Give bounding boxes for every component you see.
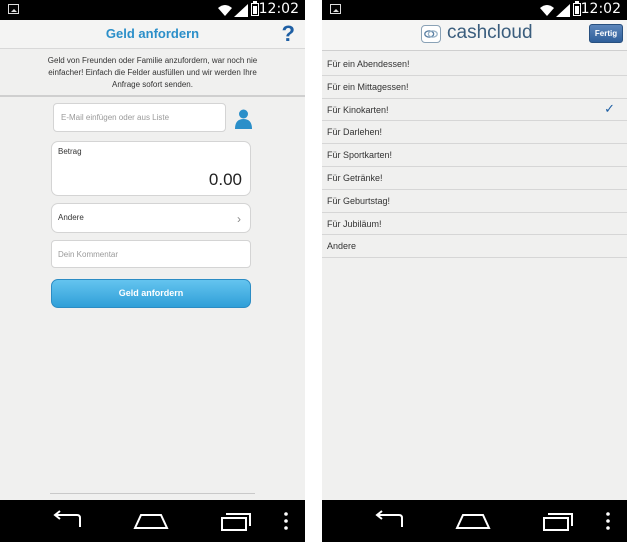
page-title: Geld anfordern: [105, 26, 200, 41]
status-clock: 12:02: [580, 1, 621, 17]
list-item[interactable]: Für ein Mittagessen!: [322, 76, 627, 99]
image-notification-icon: [8, 4, 19, 14]
contact-icon[interactable]: [235, 109, 252, 129]
chevron-right-icon: ›: [237, 212, 241, 226]
intro-line: Anfrage sofort senden.: [112, 80, 193, 89]
list-item-label: Für Getränke!: [327, 172, 383, 183]
done-button[interactable]: Fertig: [589, 24, 623, 43]
intro-text: Geld von Freunden oder Familie anzuforde…: [30, 55, 275, 91]
overflow-menu-icon[interactable]: [604, 510, 612, 532]
comment-placeholder: Dein Kommentar: [58, 250, 119, 259]
help-button[interactable]: ?: [282, 21, 295, 47]
cashcloud-logo-icon: [421, 25, 441, 43]
comment-field[interactable]: Dein Kommentar: [51, 240, 251, 268]
divider: [0, 95, 305, 97]
amount-field[interactable]: Betrag 0.00: [51, 141, 251, 196]
list-item[interactable]: Für Darlehen!: [322, 121, 627, 145]
email-placeholder: E-Mail einfügen oder aus Liste: [61, 113, 170, 122]
list-item[interactable]: Für Jubiläum!: [322, 213, 627, 236]
list-item-label: Für Darlehen!: [327, 127, 383, 138]
email-field[interactable]: E-Mail einfügen oder aus Liste: [53, 103, 226, 132]
status-bar: 12:02: [322, 0, 627, 20]
status-bar: 12:02: [0, 0, 305, 20]
signal-icon: [556, 4, 570, 17]
list-item[interactable]: Für Sportkarten!: [322, 144, 627, 167]
overflow-menu-icon[interactable]: [282, 510, 290, 532]
list-item-label: Für ein Abendessen!: [327, 59, 410, 69]
purpose-label: Andere: [58, 213, 84, 222]
list-item[interactable]: Für ein Abendessen!: [322, 53, 627, 76]
home-icon[interactable]: [455, 510, 491, 532]
list-item[interactable]: Andere: [322, 235, 627, 259]
navigation-bar: [0, 500, 305, 542]
checkmark-icon: ✓: [604, 101, 615, 117]
purpose-list: Für ein Abendessen! Für ein Mittagessen!…: [322, 53, 627, 259]
purpose-list-screen: 12:02 cashcloud Fertig Für ein Abendesse…: [322, 0, 627, 542]
back-icon[interactable]: [50, 510, 84, 532]
list-item-label: Für ein Mittagessen!: [327, 81, 409, 92]
header: Geld anfordern ?: [0, 20, 305, 49]
request-money-screen: 12:02 Geld anfordern ? Geld von Freunden…: [0, 0, 305, 542]
home-icon[interactable]: [133, 510, 169, 532]
status-clock: 12:02: [258, 1, 299, 17]
intro-line: Geld von Freunden oder Familie anzuforde…: [47, 56, 258, 65]
recents-icon[interactable]: [220, 510, 252, 532]
navigation-bar: [322, 500, 627, 542]
header: cashcloud Fertig: [322, 20, 627, 51]
brand-name: cashcloud: [447, 22, 533, 43]
wifi-icon: [218, 5, 232, 16]
purpose-selector[interactable]: Andere ›: [51, 203, 251, 233]
signal-icon: [234, 4, 248, 17]
recents-icon[interactable]: [542, 510, 574, 532]
request-money-button[interactable]: Geld anfordern: [51, 279, 251, 308]
list-item[interactable]: Für Kinokarten! ✓: [322, 99, 627, 122]
list-item[interactable]: Für Geburtstag!: [322, 190, 627, 213]
amount-value: 0.00: [208, 170, 242, 189]
amount-label: Betrag: [58, 147, 82, 156]
list-item-label: Für Jubiläum!: [327, 218, 382, 229]
wifi-icon: [540, 5, 554, 16]
list-item-label: Für Kinokarten!: [327, 104, 389, 115]
list-item-label: Für Geburtstag!: [327, 195, 391, 206]
list-item-label: Andere: [327, 241, 357, 252]
intro-line: einfacher! Einfach die Felder ausfüllen …: [48, 68, 257, 77]
list-item[interactable]: Für Getränke!: [322, 167, 627, 190]
bottom-divider: [50, 493, 255, 494]
image-notification-icon: [330, 4, 341, 14]
back-icon[interactable]: [372, 510, 406, 532]
list-item-label: Für Sportkarten!: [327, 150, 393, 161]
